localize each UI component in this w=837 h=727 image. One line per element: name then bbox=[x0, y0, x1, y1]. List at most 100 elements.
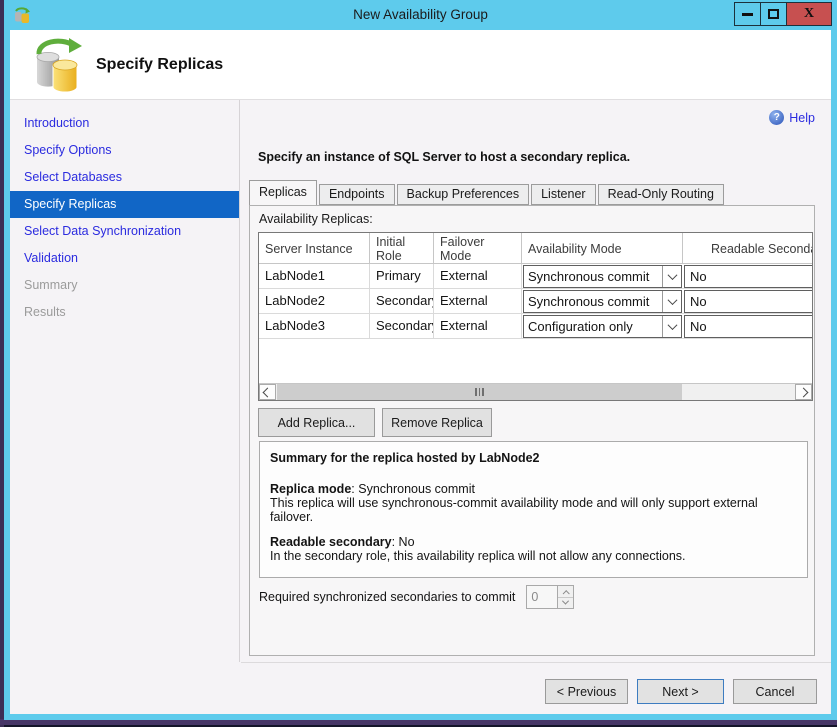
sidebar-item-validation[interactable]: Validation bbox=[10, 245, 239, 272]
tab-replicas[interactable]: Replicas bbox=[249, 180, 317, 205]
availability-mode-dropdown[interactable]: Synchronous commit bbox=[523, 265, 682, 288]
close-icon: X bbox=[804, 7, 814, 21]
maximize-button[interactable] bbox=[760, 2, 787, 26]
table-row: LabNode2 Secondary External Synchronous … bbox=[259, 289, 812, 314]
cell-availability-mode: Synchronous commit bbox=[522, 289, 683, 313]
cell-availability-mode: Synchronous commit bbox=[522, 264, 683, 288]
scrollbar-grip bbox=[475, 388, 484, 396]
footer-divider bbox=[241, 662, 831, 663]
chevron-right-icon bbox=[799, 387, 809, 397]
window-controls: X bbox=[735, 2, 832, 26]
chevron-down-icon[interactable] bbox=[662, 291, 681, 312]
readable-secondary-line: Readable secondary: No bbox=[270, 535, 797, 549]
database-replica-icon bbox=[34, 37, 84, 94]
required-secondaries-value: 0 bbox=[527, 586, 557, 608]
sidebar-item-specify-replicas[interactable]: Specify Replicas bbox=[10, 191, 239, 218]
scroll-left-button[interactable] bbox=[259, 384, 276, 400]
wizard-step-list: Introduction Specify Options Select Data… bbox=[10, 100, 239, 326]
sidebar-item-specify-options[interactable]: Specify Options bbox=[10, 137, 239, 164]
availability-mode-value: Synchronous commit bbox=[524, 266, 662, 287]
column-header-availability-mode[interactable]: Availability Mode bbox=[522, 233, 683, 263]
readable-secondary-dropdown[interactable]: No bbox=[684, 290, 813, 313]
chevron-down-icon[interactable] bbox=[662, 316, 681, 337]
grid-empty-area bbox=[259, 339, 812, 383]
window-body: Specify Replicas Introduction Specify Op… bbox=[10, 30, 831, 714]
chevron-up-icon bbox=[563, 590, 570, 597]
cell-server-instance[interactable]: LabNode2 bbox=[259, 289, 370, 313]
wizard-footer: < Previous Next > Cancel bbox=[10, 662, 831, 714]
cell-failover-mode[interactable]: External bbox=[434, 289, 522, 313]
replica-mode-description: This replica will use synchronous-commit… bbox=[270, 496, 797, 524]
cell-readable-secondary: No bbox=[683, 289, 813, 313]
replica-mode-line: Replica mode: Synchronous commit bbox=[270, 482, 797, 496]
replicas-tab-page: Availability Replicas: Server Instance I… bbox=[249, 205, 815, 656]
chevron-left-icon bbox=[263, 387, 273, 397]
sidebar-item-select-databases[interactable]: Select Databases bbox=[10, 164, 239, 191]
page-instruction: Specify an instance of SQL Server to hos… bbox=[258, 150, 630, 164]
chevron-down-icon[interactable] bbox=[662, 266, 681, 287]
horizontal-scrollbar[interactable] bbox=[259, 383, 812, 400]
required-secondaries-stepper[interactable]: 0 bbox=[526, 585, 574, 609]
cell-server-instance[interactable]: LabNode3 bbox=[259, 314, 370, 338]
table-row: LabNode1 Primary External Synchronous co… bbox=[259, 264, 812, 289]
readable-secondary-dropdown[interactable]: No bbox=[684, 265, 813, 288]
readable-secondary-label: Readable secondary bbox=[270, 535, 392, 549]
cell-failover-mode[interactable]: External bbox=[434, 264, 522, 288]
cell-initial-role[interactable]: Secondary bbox=[370, 289, 434, 313]
wizard-content-pane: ? Help Specify an instance of SQL Server… bbox=[241, 100, 831, 662]
sidebar-item-introduction[interactable]: Introduction bbox=[10, 110, 239, 137]
sidebar-item-results: Results bbox=[10, 299, 239, 326]
replica-summary-box: Summary for the replica hosted by LabNod… bbox=[259, 441, 808, 578]
cell-initial-role[interactable]: Primary bbox=[370, 264, 434, 288]
window-title: New Availability Group bbox=[4, 0, 837, 30]
column-header-readable-secondary[interactable]: Readable Secondary bbox=[683, 233, 813, 263]
cell-initial-role[interactable]: Secondary bbox=[370, 314, 434, 338]
previous-button[interactable]: < Previous bbox=[545, 679, 628, 704]
cancel-button[interactable]: Cancel bbox=[733, 679, 817, 704]
column-header-failover-mode[interactable]: Failover Mode bbox=[434, 233, 522, 263]
minimize-icon bbox=[742, 13, 753, 16]
tab-read-only-routing[interactable]: Read-Only Routing bbox=[598, 184, 724, 205]
scrollbar-thumb[interactable] bbox=[277, 384, 682, 400]
stepper-down-button[interactable] bbox=[558, 598, 573, 609]
availability-mode-value: Configuration only bbox=[524, 316, 662, 337]
cell-readable-secondary: No bbox=[683, 314, 813, 338]
replica-mode-value: : Synchronous commit bbox=[351, 482, 475, 496]
tab-backup-preferences[interactable]: Backup Preferences bbox=[397, 184, 530, 205]
add-replica-button[interactable]: Add Replica... bbox=[258, 408, 375, 437]
wizard-header: Specify Replicas bbox=[10, 30, 831, 100]
maximize-icon bbox=[768, 9, 779, 19]
cell-availability-mode: Configuration only bbox=[522, 314, 683, 338]
help-question-icon: ? bbox=[769, 110, 784, 125]
column-header-initial-role[interactable]: Initial Role bbox=[370, 233, 434, 263]
column-header-server-instance[interactable]: Server Instance bbox=[259, 233, 370, 263]
grid-header-row: Server Instance Initial Role Failover Mo… bbox=[259, 233, 812, 264]
availability-replicas-grid: Server Instance Initial Role Failover Mo… bbox=[258, 232, 813, 401]
summary-title: Summary for the replica hosted by LabNod… bbox=[270, 451, 797, 465]
tab-endpoints[interactable]: Endpoints bbox=[319, 184, 395, 205]
cell-failover-mode[interactable]: External bbox=[434, 314, 522, 338]
help-label: Help bbox=[789, 111, 815, 125]
cell-server-instance[interactable]: LabNode1 bbox=[259, 264, 370, 288]
help-link[interactable]: ? Help bbox=[769, 110, 815, 125]
tab-listener[interactable]: Listener bbox=[531, 184, 595, 205]
chevron-down-icon bbox=[562, 598, 569, 605]
sidebar-item-summary: Summary bbox=[10, 272, 239, 299]
sidebar-item-select-data-synchronization[interactable]: Select Data Synchronization bbox=[10, 218, 239, 245]
close-button[interactable]: X bbox=[786, 2, 832, 26]
wizard-steps-sidebar: Introduction Specify Options Select Data… bbox=[10, 100, 240, 662]
replica-mode-label: Replica mode bbox=[270, 482, 351, 496]
next-button[interactable]: Next > bbox=[637, 679, 724, 704]
scroll-right-button[interactable] bbox=[795, 384, 812, 400]
remove-replica-button[interactable]: Remove Replica bbox=[382, 408, 492, 437]
replica-buttons: Add Replica... Remove Replica bbox=[258, 408, 492, 437]
readable-secondary-value: : No bbox=[392, 535, 415, 549]
availability-mode-dropdown[interactable]: Configuration only bbox=[523, 315, 682, 338]
scrollbar-track[interactable] bbox=[276, 384, 795, 400]
minimize-button[interactable] bbox=[734, 2, 761, 26]
readable-secondary-dropdown[interactable]: No bbox=[684, 315, 813, 338]
table-row: LabNode3 Secondary External Configuratio… bbox=[259, 314, 812, 339]
stepper-up-button[interactable] bbox=[558, 586, 573, 598]
title-bar: New Availability Group X bbox=[4, 0, 837, 30]
availability-mode-dropdown[interactable]: Synchronous commit bbox=[523, 290, 682, 313]
